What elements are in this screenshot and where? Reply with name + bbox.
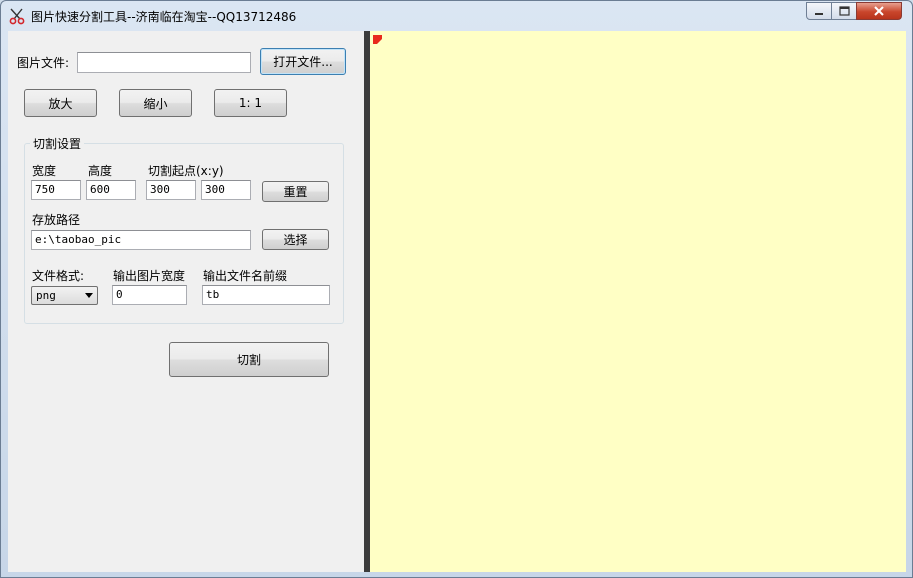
width-input[interactable]: 750: [31, 180, 81, 200]
minimize-button[interactable]: [806, 2, 832, 20]
output-width-input[interactable]: 0: [112, 285, 187, 305]
corner-marker-icon: [373, 35, 382, 44]
width-label: 宽度: [32, 164, 57, 178]
height-label: 高度: [88, 164, 113, 178]
settings-panel: 图片文件: 打开文件... 放大 缩小 1: 1 切割设置 宽度 高度 切割起点…: [8, 31, 364, 572]
client-area: 图片文件: 打开文件... 放大 缩小 1: 1 切割设置 宽度 高度 切割起点…: [8, 31, 906, 572]
file-format-value: png: [36, 289, 56, 302]
choose-path-button[interactable]: 选择: [262, 229, 329, 250]
zoom-in-button[interactable]: 放大: [24, 89, 97, 117]
origin-y-input[interactable]: 300: [201, 180, 251, 200]
image-file-input[interactable]: [77, 52, 251, 73]
origin-label: 切割起点(x:y): [148, 164, 224, 178]
save-path-label: 存放路径: [32, 213, 81, 227]
close-icon: [874, 6, 884, 16]
minimize-icon: [815, 13, 823, 15]
dropdown-arrow-icon: [85, 293, 93, 298]
file-format-label: 文件格式:: [32, 269, 85, 283]
cut-settings-title: 切割设置: [30, 135, 85, 152]
scissors-icon: [8, 7, 26, 25]
maximize-button[interactable]: [831, 2, 857, 20]
image-file-label: 图片文件:: [17, 56, 70, 70]
window-title: 图片快速分割工具--济南临在淘宝--QQ13712486: [31, 10, 297, 24]
title-bar[interactable]: 图片快速分割工具--济南临在淘宝--QQ13712486: [1, 1, 912, 29]
open-file-button[interactable]: 打开文件...: [260, 48, 346, 75]
app-window: 图片快速分割工具--济南临在淘宝--QQ13712486 图片文件: 打开文件.…: [0, 0, 913, 578]
save-path-input[interactable]: e:\taobao_pic: [31, 230, 251, 250]
maximize-icon: [839, 6, 850, 16]
output-width-label: 输出图片宽度: [113, 269, 186, 283]
cut-button[interactable]: 切割: [169, 342, 329, 377]
output-prefix-label: 输出文件名前缀: [203, 269, 288, 283]
origin-x-input[interactable]: 300: [146, 180, 196, 200]
reset-button[interactable]: 重置: [262, 181, 329, 202]
file-format-select[interactable]: png: [31, 286, 98, 305]
close-button[interactable]: [856, 2, 902, 20]
height-input[interactable]: 600: [86, 180, 136, 200]
zoom-out-button[interactable]: 缩小: [119, 89, 192, 117]
output-prefix-input[interactable]: tb: [202, 285, 330, 305]
image-preview-canvas[interactable]: [370, 31, 906, 572]
actual-size-button[interactable]: 1: 1: [214, 89, 287, 117]
